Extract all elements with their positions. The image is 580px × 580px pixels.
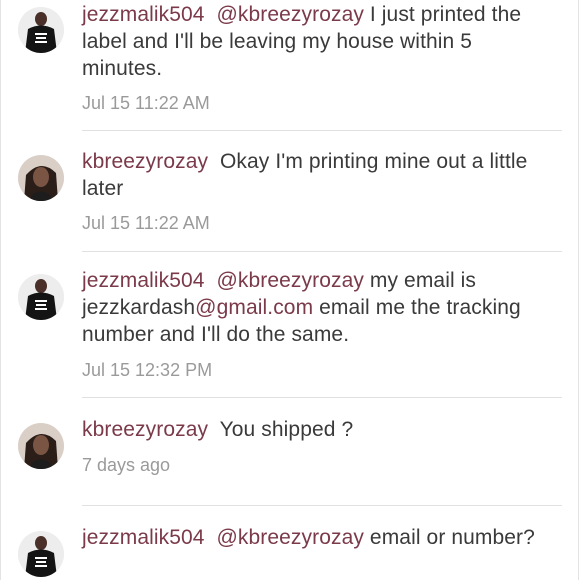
comment-timestamp: Jul 15 11:22 AM [82, 213, 210, 233]
avatar-black-tshirt-icon [18, 274, 64, 320]
email-link[interactable]: @gmail.com [195, 296, 313, 319]
comment-body: kbreezyrozay Okay I'm printing mine out … [82, 148, 552, 202]
avatar[interactable] [18, 531, 64, 577]
comment-mention[interactable]: @kbreezyrozay [216, 526, 364, 549]
avatar[interactable] [18, 274, 64, 320]
comment-mention[interactable]: @kbreezyrozay [216, 3, 364, 26]
avatar-black-tshirt-icon [18, 7, 64, 53]
comment-body: jezzmalik504 @kbreezyrozay I just printe… [82, 1, 552, 82]
avatar-portrait-icon [18, 423, 64, 469]
comment-username[interactable]: jezzmalik504 [82, 269, 205, 292]
comment-divider [82, 130, 562, 131]
comment-thread: jezzmalik504 @kbreezyrozay I just printe… [0, 0, 580, 580]
avatar[interactable] [18, 155, 64, 201]
comment-divider [82, 397, 562, 398]
comment-timestamp: Jul 15 11:22 AM [82, 93, 210, 113]
comment-username[interactable]: kbreezyrozay [82, 150, 208, 173]
comment-username[interactable]: kbreezyrozay [82, 418, 208, 441]
comment-username[interactable]: jezzmalik504 [82, 526, 205, 549]
avatar-portrait-icon [18, 155, 64, 201]
comment-body: kbreezyrozay You shipped ? [82, 416, 552, 443]
avatar[interactable] [18, 7, 64, 53]
comment-timestamp: Jul 15 12:32 PM [82, 360, 213, 380]
comment-mention[interactable]: @kbreezyrozay [216, 269, 364, 292]
comment-text: You shipped ? [219, 418, 354, 441]
comment-text: email or number? [363, 526, 535, 549]
avatar-black-tshirt-icon [18, 531, 64, 577]
comment-divider [82, 505, 562, 506]
comment-body: jezzmalik504 @kbreezyrozay my email is j… [82, 267, 552, 348]
comment-username[interactable]: jezzmalik504 [82, 3, 205, 26]
avatar[interactable] [18, 423, 64, 469]
comment-timestamp: 7 days ago [82, 455, 171, 475]
comment-divider [82, 251, 562, 252]
comment-body: jezzmalik504 @kbreezyrozay email or numb… [82, 524, 552, 551]
